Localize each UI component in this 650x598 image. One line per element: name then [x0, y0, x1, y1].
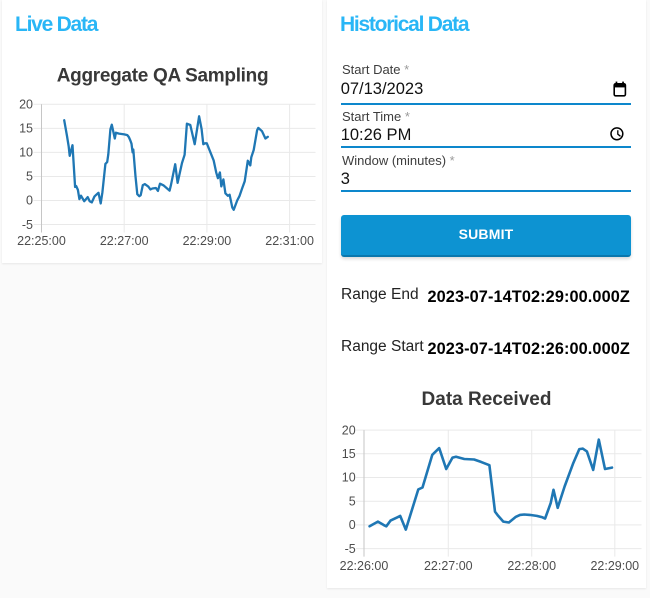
svg-text:20: 20 [19, 98, 33, 112]
svg-text:5: 5 [26, 170, 33, 184]
svg-text:20: 20 [341, 423, 355, 437]
svg-text:-5: -5 [22, 218, 33, 232]
svg-text:Aggregate QA Sampling: Aggregate QA Sampling [57, 66, 269, 87]
svg-text:Data Received: Data Received [421, 389, 551, 410]
svg-text:22:26:00: 22:26:00 [339, 559, 388, 573]
svg-text:5: 5 [348, 494, 355, 508]
svg-text:0: 0 [348, 518, 355, 532]
svg-text:22:27:00: 22:27:00 [100, 234, 149, 248]
svg-text:15: 15 [341, 447, 355, 461]
svg-text:22:29:00: 22:29:00 [183, 234, 232, 248]
svg-text:15: 15 [19, 122, 33, 136]
svg-text:22:27:00: 22:27:00 [423, 559, 472, 573]
svg-text:22:31:00: 22:31:00 [265, 234, 314, 248]
svg-text:10: 10 [19, 146, 33, 160]
svg-text:-5: -5 [344, 542, 355, 556]
svg-text:22:28:00: 22:28:00 [507, 559, 556, 573]
svg-text:10: 10 [341, 471, 355, 485]
svg-text:22:29:00: 22:29:00 [590, 559, 639, 573]
svg-text:0: 0 [26, 194, 33, 208]
svg-text:22:25:00: 22:25:00 [17, 234, 66, 248]
